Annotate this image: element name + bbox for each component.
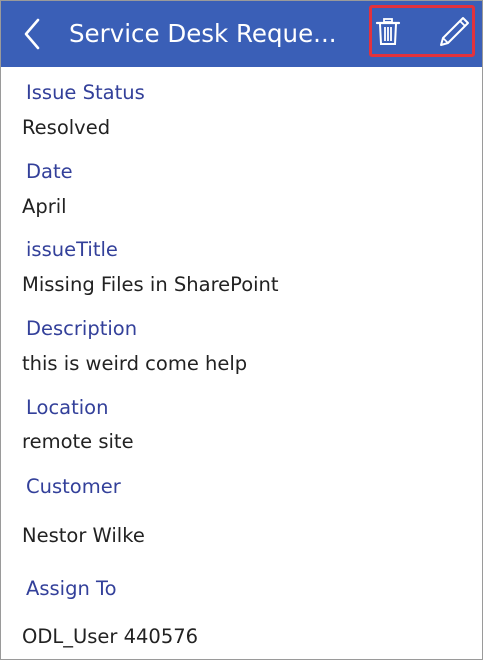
- customer-value: Nestor Wilke: [22, 524, 145, 547]
- detail-screen: Service Desk Reque... Issue Status Resol…: [0, 0, 483, 660]
- location-value: remote site: [22, 430, 134, 453]
- issue-status-label: Issue Status: [26, 81, 145, 104]
- pencil-icon: [440, 17, 469, 46]
- assign-to-label: Assign To: [26, 577, 117, 600]
- back-button[interactable]: [17, 14, 51, 54]
- date-label: Date: [26, 160, 73, 183]
- description-label: Description: [26, 317, 138, 340]
- customer-label: Customer: [26, 475, 121, 498]
- location-label: Location: [26, 396, 109, 419]
- description-value: this is weird come help: [22, 352, 248, 375]
- screen-title: Service Desk Reque...: [69, 19, 337, 48]
- edit-button[interactable]: [436, 13, 472, 53]
- issue-status-value: Resolved: [22, 116, 111, 139]
- chevron-left-icon: [24, 18, 40, 50]
- assign-to-value: ODL_User 440576: [22, 625, 199, 648]
- issue-title-label: issueTitle: [26, 238, 118, 261]
- issue-title-value: Missing Files in SharePoint: [22, 273, 279, 296]
- date-value: April: [22, 195, 67, 218]
- delete-button[interactable]: [373, 13, 403, 53]
- trash-icon: [375, 18, 401, 45]
- header-bar: Service Desk Reque...: [1, 1, 482, 67]
